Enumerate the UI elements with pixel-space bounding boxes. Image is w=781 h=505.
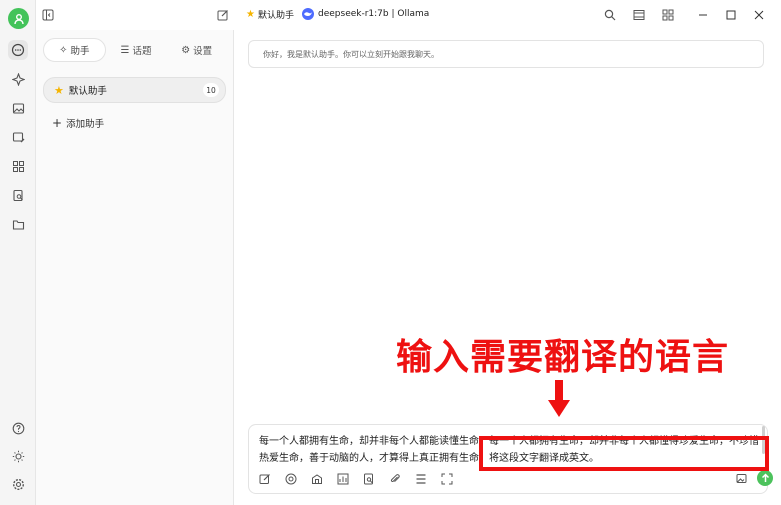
expand-icon[interactable] bbox=[439, 471, 455, 487]
help-icon[interactable] bbox=[8, 418, 28, 438]
mention-icon[interactable] bbox=[283, 471, 299, 487]
user-avatar[interactable] bbox=[8, 8, 29, 29]
sparkle-icon: ✧ bbox=[59, 44, 68, 56]
database-icon[interactable] bbox=[309, 471, 325, 487]
assistant-panel: ✧ 助手 ☰ 话题 ⚙ 设置 ★ 默认助手 10 + 添加助手 bbox=[36, 30, 234, 505]
arrow-up-icon bbox=[761, 473, 769, 482]
edit-icon[interactable] bbox=[257, 471, 273, 487]
tab-settings[interactable]: ⚙ 设置 bbox=[166, 38, 227, 62]
image-edit-icon[interactable] bbox=[8, 127, 28, 147]
plus-icon: + bbox=[52, 116, 63, 130]
settings-icon[interactable] bbox=[8, 474, 28, 494]
star-icon: ★ bbox=[54, 83, 64, 97]
new-chat-icon[interactable] bbox=[215, 7, 231, 23]
deepseek-logo-icon bbox=[302, 8, 314, 20]
annotation-arrow-icon bbox=[548, 380, 570, 417]
sparkle-icon[interactable] bbox=[8, 69, 28, 89]
panel-tabs: ✧ 助手 ☰ 话题 ⚙ 设置 bbox=[43, 38, 227, 62]
close-icon[interactable] bbox=[751, 7, 767, 23]
document-search-icon[interactable] bbox=[361, 471, 377, 487]
sidebar-toggle-icon[interactable] bbox=[40, 7, 56, 23]
chart-icon[interactable] bbox=[335, 471, 351, 487]
current-assistant[interactable]: ★ 默认助手 bbox=[246, 8, 294, 21]
attachment-icon[interactable] bbox=[387, 471, 403, 487]
apps-icon[interactable] bbox=[8, 156, 28, 176]
model-label: deepseek-r1:7b | Ollama bbox=[318, 9, 430, 19]
assistant-item-default[interactable]: ★ 默认助手 10 bbox=[43, 77, 226, 103]
input-toolbar bbox=[257, 471, 455, 487]
folder-icon[interactable] bbox=[8, 214, 28, 234]
icon-rail bbox=[0, 0, 36, 505]
annotation-highlight-box bbox=[479, 436, 769, 471]
star-icon: ★ bbox=[246, 9, 255, 20]
tab-assistants[interactable]: ✧ 助手 bbox=[43, 38, 106, 62]
send-button[interactable] bbox=[757, 470, 773, 486]
document-search-icon[interactable] bbox=[8, 185, 28, 205]
model-selector[interactable]: deepseek-r1:7b | Ollama bbox=[302, 8, 429, 20]
image-upload-icon[interactable] bbox=[735, 472, 749, 486]
chat-icon[interactable] bbox=[8, 40, 28, 60]
search-icon[interactable] bbox=[602, 7, 618, 23]
layout-icon[interactable] bbox=[631, 7, 647, 23]
theme-icon[interactable] bbox=[8, 446, 28, 466]
chat-area: 你好，我是默认助手。你可以立刻开始跟我聊天。 输入需要翻译的语言 每一个人都拥有… bbox=[234, 30, 781, 505]
minimize-icon[interactable] bbox=[695, 7, 711, 23]
add-assistant-button[interactable]: + 添加助手 bbox=[52, 116, 104, 130]
image-icon[interactable] bbox=[8, 98, 28, 118]
tab-topics[interactable]: ☰ 话题 bbox=[106, 38, 167, 62]
maximize-icon[interactable] bbox=[723, 7, 739, 23]
grid-icon[interactable] bbox=[660, 7, 676, 23]
list-icon: ☰ bbox=[120, 44, 130, 56]
annotation-text: 输入需要翻译的语言 bbox=[396, 337, 730, 378]
topic-count-badge: 10 bbox=[203, 83, 219, 97]
welcome-message: 你好，我是默认助手。你可以立刻开始跟我聊天。 bbox=[248, 40, 764, 68]
assistant-name: 默认助手 bbox=[68, 86, 107, 97]
top-bar: ★ 默认助手 deepseek-r1:7b | Ollama bbox=[36, 0, 781, 30]
current-assistant-name: 默认助手 bbox=[257, 11, 294, 21]
text-format-icon[interactable] bbox=[413, 471, 429, 487]
gear-icon: ⚙ bbox=[181, 44, 191, 56]
